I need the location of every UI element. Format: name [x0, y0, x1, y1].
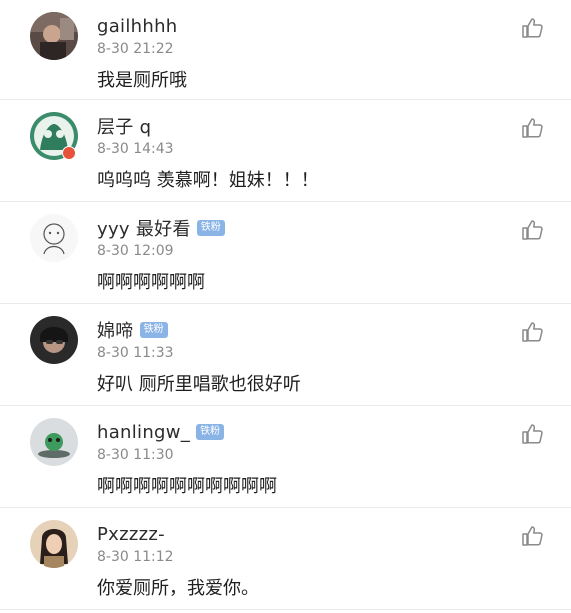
like-button[interactable] [521, 218, 545, 242]
avatar[interactable] [30, 316, 78, 364]
comment-text: 好叭 厕所里唱歌也很好听 [97, 374, 301, 395]
avatar[interactable] [30, 520, 78, 568]
username[interactable]: 层子 q [97, 113, 151, 139]
username[interactable]: yyy 最好看 [97, 215, 191, 241]
avatar[interactable] [30, 214, 78, 262]
thumbs-up-icon [522, 118, 543, 138]
username-row: Pxzzzz- [97, 522, 165, 546]
comment-text: 呜呜呜 羡慕啊！姐妹！！！ [97, 170, 319, 191]
username-row: gailhhhh [97, 14, 178, 38]
comment-item: yyy 最好看 铁粉 8-30 12:09 啊啊啊啊啊啊 [0, 202, 571, 304]
comment-text: 啊啊啊啊啊啊 [97, 272, 205, 293]
like-button[interactable] [521, 16, 545, 40]
username[interactable]: hanlingw_ [97, 422, 190, 443]
fan-badge: 铁粉 [196, 220, 225, 236]
comment-text: 啊啊啊啊啊啊啊啊啊啊 [97, 476, 277, 497]
comment-item: 婂啼 铁粉 8-30 11:33 好叭 厕所里唱歌也很好听 [0, 304, 571, 406]
like-button[interactable] [521, 422, 545, 446]
timestamp: 8-30 12:09 [97, 243, 174, 259]
comment-item: 层子 q 8-30 14:43 呜呜呜 羡慕啊！姐妹！！！ [0, 100, 571, 202]
comment-item: hanlingw_ 铁粉 8-30 11:30 啊啊啊啊啊啊啊啊啊啊 [0, 406, 571, 508]
timestamp: 8-30 11:33 [97, 345, 174, 361]
thumbs-up-icon [522, 18, 543, 38]
comment-list: gailhhhh 8-30 21:22 我是厕所哦 层子 q 8-30 14:4… [0, 0, 571, 613]
comment-text: 你爱厕所，我爱你。 [97, 578, 259, 599]
avatar[interactable] [30, 12, 78, 60]
username-row: yyy 最好看 铁粉 [97, 216, 225, 240]
timestamp: 8-30 11:12 [97, 549, 174, 565]
comment-text: 我是厕所哦 [97, 70, 187, 91]
fan-badge: 铁粉 [196, 424, 225, 440]
username-row: 婂啼 铁粉 [97, 318, 168, 342]
thumbs-up-icon [522, 526, 543, 546]
comment-item: gailhhhh 8-30 21:22 我是厕所哦 [0, 0, 571, 100]
thumbs-up-icon [522, 424, 543, 444]
timestamp: 8-30 21:22 [97, 41, 174, 57]
username[interactable]: 婂啼 [97, 317, 134, 343]
like-button[interactable] [521, 320, 545, 344]
username-row: 层子 q [97, 114, 151, 138]
timestamp: 8-30 14:43 [97, 141, 174, 157]
timestamp: 8-30 11:30 [97, 447, 174, 463]
verified-badge-icon [62, 146, 76, 160]
comment-item: Pxzzzz- 8-30 11:12 你爱厕所，我爱你。 [0, 508, 571, 610]
thumbs-up-icon [522, 322, 543, 342]
avatar[interactable] [30, 418, 78, 466]
username[interactable]: gailhhhh [97, 16, 178, 37]
username[interactable]: Pxzzzz- [97, 524, 165, 545]
thumbs-up-icon [522, 220, 543, 240]
like-button[interactable] [521, 116, 545, 140]
fan-badge: 铁粉 [139, 322, 168, 338]
like-button[interactable] [521, 524, 545, 548]
username-row: hanlingw_ 铁粉 [97, 420, 225, 444]
